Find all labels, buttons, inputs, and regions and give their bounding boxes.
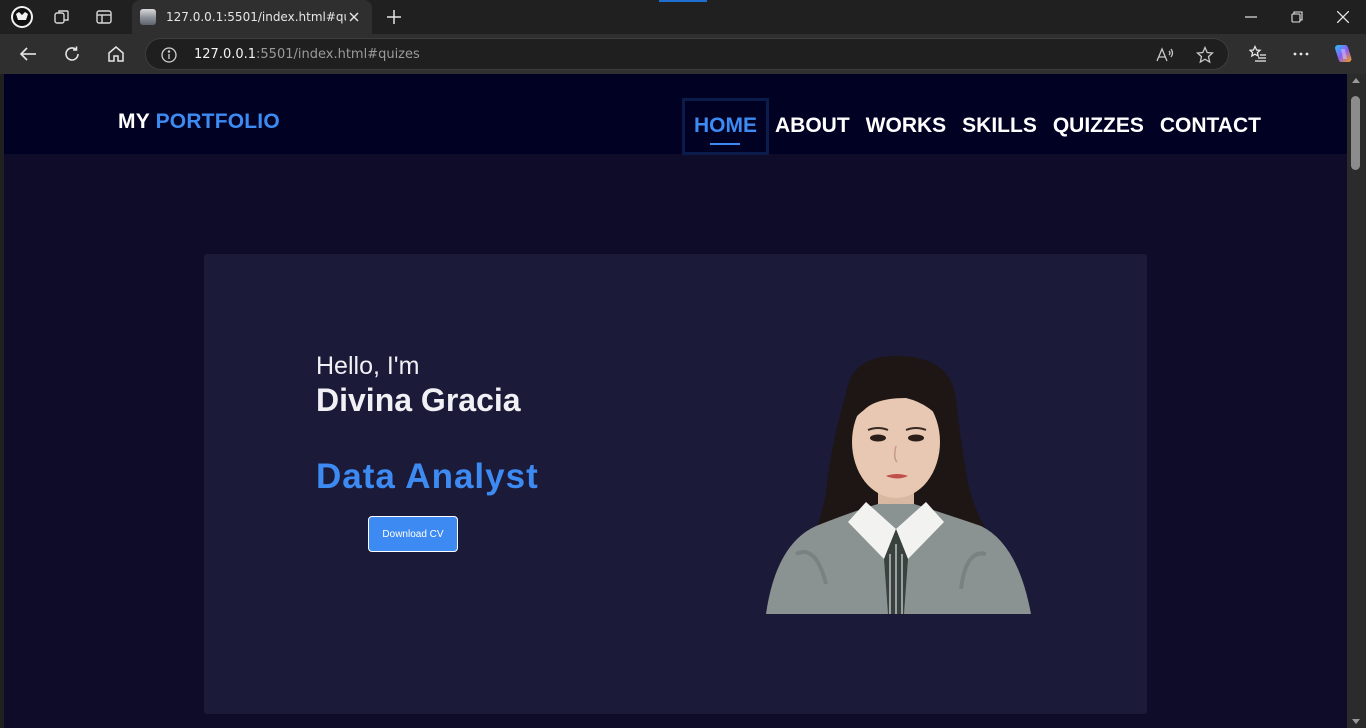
site-logo[interactable]: MY PORTFOLIO	[118, 110, 280, 134]
nav-skills[interactable]: SKILLS	[962, 98, 1037, 155]
nav-quizzes[interactable]: QUIZZES	[1053, 98, 1144, 155]
logo-accent: PORTFOLIO	[155, 110, 280, 133]
hero-greeting: Hello, I'm	[316, 352, 420, 380]
nav-contact[interactable]: CONTACT	[1160, 98, 1261, 155]
download-cv-button[interactable]: Download CV	[368, 516, 458, 552]
close-window-icon[interactable]	[1320, 0, 1366, 34]
restore-icon[interactable]	[1274, 0, 1320, 34]
more-options-icon[interactable]	[1285, 38, 1317, 70]
profile-avatar-icon[interactable]	[8, 5, 36, 29]
hero-role: Data Analyst	[316, 457, 539, 496]
read-aloud-icon[interactable]	[1156, 46, 1174, 64]
copilot-icon[interactable]	[1327, 38, 1359, 70]
tab-favicon-icon	[140, 9, 156, 25]
workspaces-icon[interactable]	[48, 5, 76, 29]
nav-about[interactable]: ABOUT	[775, 98, 850, 155]
nav-works[interactable]: WORKS	[866, 98, 947, 155]
new-tab-icon[interactable]	[382, 5, 406, 29]
back-icon[interactable]	[12, 38, 44, 70]
tab-title: 127.0.0.1:5501/index.html#quizes	[166, 10, 346, 24]
browser-tab-bar: 127.0.0.1:5501/index.html#quizes	[0, 0, 1366, 34]
page-viewport: MY PORTFOLIO HOME ABOUT WORKS SKILLS QUI…	[4, 74, 1347, 728]
nav-home[interactable]: HOME	[682, 98, 769, 155]
profile-photo	[766, 355, 1031, 614]
url-text[interactable]: 127.0.0.1:5501/index.html#quizes	[194, 47, 420, 62]
site-info-icon[interactable]	[160, 46, 178, 64]
hero-name: Divina Gracia	[316, 382, 521, 418]
reload-icon[interactable]	[56, 38, 88, 70]
tab-bar-accent-line	[659, 0, 707, 2]
scroll-down-arrow-icon[interactable]	[1352, 719, 1360, 724]
tab-actions-icon[interactable]	[90, 5, 118, 29]
favorites-icon[interactable]	[1242, 38, 1274, 70]
home-icon[interactable]	[100, 38, 132, 70]
url-host: 127.0.0.1	[194, 47, 257, 62]
url-path: :5501/index.html#quizes	[256, 47, 420, 62]
tab-close-icon[interactable]	[346, 9, 362, 25]
scroll-up-arrow-icon[interactable]	[1352, 78, 1360, 83]
hero-card: Hello, I'm Divina Gracia Data Analyst Do…	[204, 254, 1147, 714]
address-bar[interactable]: 127.0.0.1:5501/index.html#quizes	[145, 38, 1229, 70]
favorite-star-icon[interactable]	[1196, 46, 1214, 64]
minimize-icon[interactable]	[1228, 0, 1274, 34]
scrollbar-thumb[interactable]	[1351, 96, 1360, 170]
site-header: MY PORTFOLIO HOME ABOUT WORKS SKILLS QUI…	[4, 74, 1347, 155]
active-tab[interactable]: 127.0.0.1:5501/index.html#quizes	[132, 0, 372, 34]
page-scrollbar[interactable]	[1347, 74, 1366, 728]
main-navigation: HOME ABOUT WORKS SKILLS QUIZZES CONTACT	[682, 98, 1277, 155]
browser-toolbar: 127.0.0.1:5501/index.html#quizes	[0, 34, 1366, 74]
logo-prefix: MY	[118, 110, 150, 133]
